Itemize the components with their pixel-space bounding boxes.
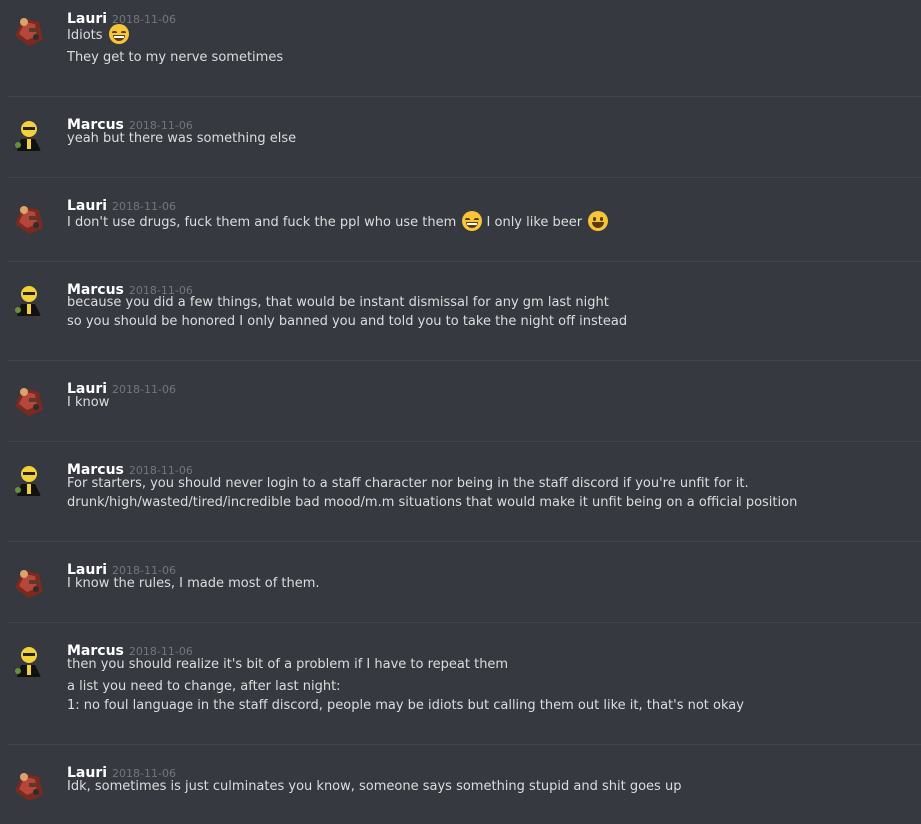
message-text: For starters, you should never login to … [67,474,749,493]
lauri-avatar[interactable] [9,10,47,48]
marcus-avatar[interactable] [9,643,47,681]
message-text-segment: They get to my nerve sometimes [67,50,284,65]
message-text: because you did a few things, that would… [67,293,609,312]
message-text: drunk/high/wasted/tired/incredible bad m… [67,493,797,512]
message-text: Idiots [67,24,129,45]
message-divider [8,177,921,178]
message-text-segment: so you should be honored I only banned y… [67,314,628,329]
message-divider [8,360,921,361]
message-text: 1: no foul language in the staff discord… [67,696,744,715]
message-text-segment: 1: no foul language in the staff discord… [67,698,744,713]
message-text-segment: I know [67,395,110,410]
marcus-avatar[interactable] [9,462,47,500]
message-text-segment: For starters, you should never login to … [67,476,749,491]
message-text: then you should realize it's bit of a pr… [67,655,508,674]
message-text: yeah but there was something else [67,129,296,148]
lauri-avatar[interactable] [9,380,47,418]
message-divider [8,541,921,542]
lauri-avatar[interactable] [9,562,47,600]
message-divider [8,744,921,745]
marcus-avatar[interactable] [9,117,47,155]
message-text: so you should be honored I only banned y… [67,312,627,331]
message-text: I don't use drugs, fuck them and fuck th… [67,211,609,232]
message-divider [8,441,921,442]
message-timestamp: 2018-11-06 [112,383,176,396]
smiley-emoji-icon [588,211,609,231]
message-divider [8,622,921,623]
lauri-avatar[interactable] [9,765,47,803]
message-text-segment: I only like beer [482,215,587,230]
message-text-segment: because you did a few things, that would… [67,295,609,310]
message-divider [8,261,921,262]
message-text: I know [67,393,109,412]
lauri-avatar[interactable] [9,198,47,236]
message-text: They get to my nerve sometimes [67,48,283,67]
message-text-segment: then you should realize it's bit of a pr… [67,657,509,672]
message-text-segment: I don't use drugs, fuck them and fuck th… [67,215,461,230]
grinning-squint-emoji-icon [462,211,483,231]
message-text-segment: yeah but there was something else [67,131,297,146]
chat-messages: Lauri 2018-11-06 Idiots They get to my ner… [0,0,921,824]
message-text-segment: drunk/high/wasted/tired/incredible bad m… [67,495,798,510]
message-text-segment: a list you need to change, after last ni… [67,679,341,694]
message-text-segment: I know the rules, I made most of them. [67,576,320,591]
message-divider [8,96,921,97]
message-text: a list you need to change, after last ni… [67,677,341,696]
marcus-avatar[interactable] [9,282,47,320]
message-text: I know the rules, I made most of them. [67,574,320,593]
grinning-squint-emoji-icon [108,24,129,44]
message-text-segment: Idk, sometimes is just culminates you kn… [67,779,682,794]
message-text: Idk, sometimes is just culminates you kn… [67,777,681,796]
message-text-segment: Idiots [67,28,107,43]
